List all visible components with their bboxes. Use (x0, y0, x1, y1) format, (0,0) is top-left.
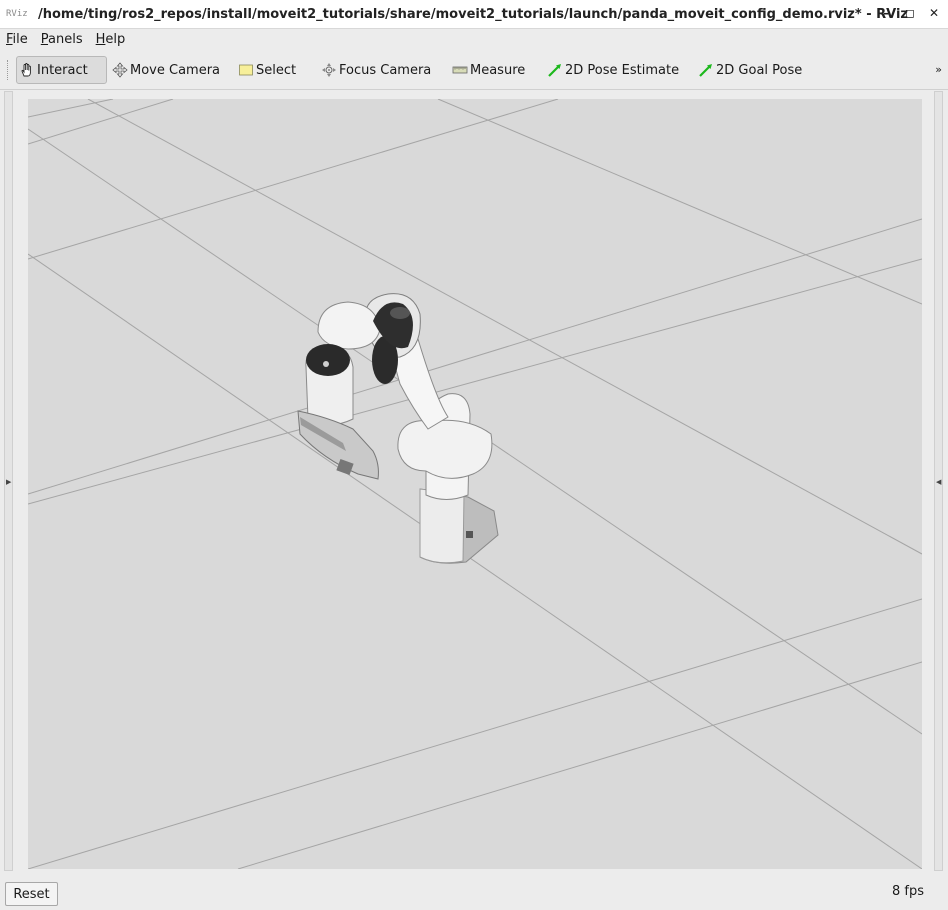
status-bar: Reset 8 fps (0, 876, 948, 910)
menu-panels[interactable]: Panels (35, 32, 90, 47)
left-dock-handle[interactable]: ▶ (4, 91, 13, 871)
tool-select[interactable]: Select (238, 56, 296, 84)
hand-icon (21, 63, 31, 77)
minimize-icon[interactable]: – (880, 6, 892, 20)
green-arrow-icon (548, 64, 561, 77)
tool-focus-camera[interactable]: Focus Camera (321, 56, 431, 84)
tool-select-label: Select (256, 62, 297, 78)
window-title: /home/ting/ros2_repos/install/moveit2_tu… (38, 6, 908, 22)
tool-interact[interactable]: Interact (16, 56, 107, 84)
tool-2d-pose-estimate-label: 2D Pose Estimate (565, 62, 680, 78)
move-camera-icon (112, 62, 128, 78)
select-icon (239, 64, 253, 76)
tool-interact-label: Interact (37, 62, 88, 78)
menu-file[interactable]: File (0, 32, 35, 47)
reset-button[interactable]: Reset (5, 882, 58, 906)
tool-2d-pose-estimate[interactable]: 2D Pose Estimate (547, 56, 679, 84)
fps-readout: 8 fps (891, 884, 924, 899)
ruler-icon (452, 66, 468, 74)
scene-svg (28, 99, 922, 869)
tool-move-camera-label: Move Camera (130, 62, 221, 78)
title-bar: RViz /home/ting/ros2_repos/install/movei… (0, 0, 948, 29)
green-arrow-icon (699, 64, 712, 77)
tool-measure-label: Measure (470, 62, 526, 78)
maximize-icon[interactable]: ◻ (904, 6, 916, 20)
expand-right-icon: ▶ (6, 478, 12, 486)
tool-focus-camera-label: Focus Camera (339, 62, 432, 78)
menu-help[interactable]: Help (90, 32, 133, 47)
rviz-logo-icon: RViz (6, 9, 28, 19)
tool-measure[interactable]: Measure (452, 56, 525, 84)
expand-left-icon: ◀ (936, 478, 942, 486)
tool-2d-goal-pose-label: 2D Goal Pose (716, 62, 803, 78)
focus-camera-icon (322, 63, 336, 77)
tools-toolbar: Interact Move Camera Select Focus Camera… (0, 51, 948, 90)
close-icon[interactable]: ✕ (928, 6, 940, 20)
menu-bar: File Panels Help (0, 29, 948, 50)
tool-2d-goal-pose[interactable]: 2D Goal Pose (698, 56, 802, 84)
3d-viewport[interactable] (28, 99, 922, 869)
toolbar-grip[interactable] (7, 60, 11, 80)
toolbar-overflow-button[interactable]: » (935, 63, 942, 76)
tool-move-camera[interactable]: Move Camera (112, 56, 220, 84)
right-dock-handle[interactable]: ◀ (934, 91, 943, 871)
